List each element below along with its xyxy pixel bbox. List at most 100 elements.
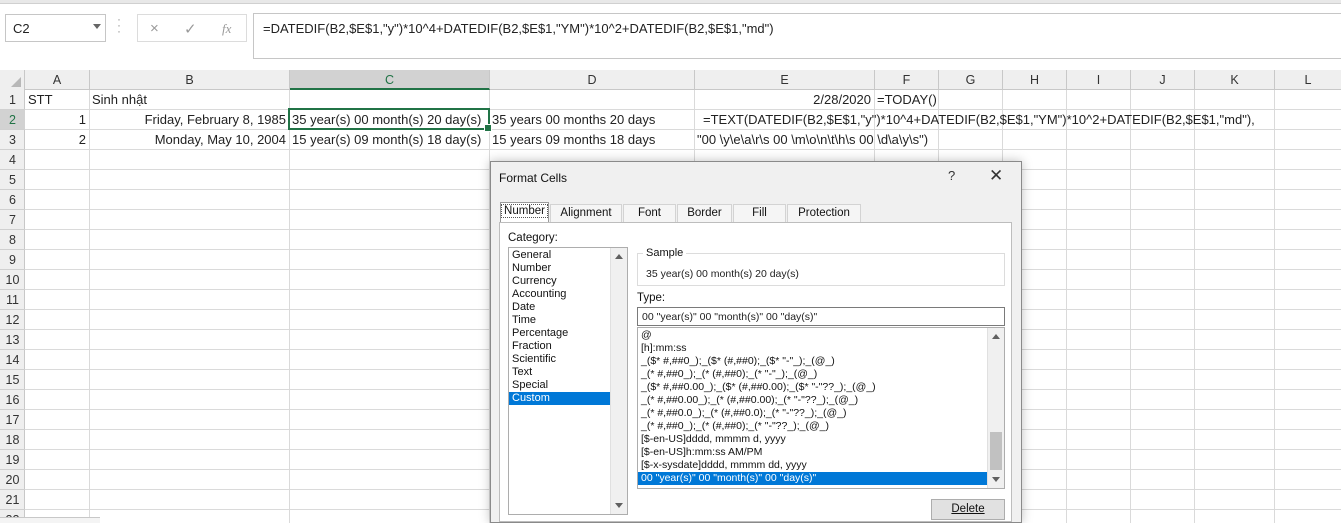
row-header-10[interactable]: 10 [0, 270, 25, 290]
format-item[interactable]: _(* #,##0_);_(* (#,##0);_(* "-"_);_(@_) [638, 368, 987, 381]
format-item-selected[interactable]: 00 "year(s)" 00 "month(s)" 00 "day(s)" [638, 472, 987, 485]
delete-button[interactable]: Delete [931, 499, 1005, 520]
category-text[interactable]: Text [509, 366, 611, 379]
row-header-3[interactable]: 3 [0, 130, 25, 150]
cell-c3[interactable]: 15 year(s) 09 month(s) 18 day(s) [289, 130, 489, 150]
format-item[interactable]: _(* #,##0.00_);_(* (#,##0.00);_(* "-"??_… [638, 394, 987, 407]
format-code-list[interactable]: @ [h]:mm:ss _($* #,##0_);_($* (#,##0);_(… [637, 327, 1005, 489]
name-box[interactable]: C2 [5, 14, 106, 42]
cell-b1[interactable]: Sinh nhật [89, 90, 289, 110]
cell-a3[interactable]: 2 [25, 130, 89, 150]
formula-input[interactable]: =DATEDIF(B2,$E$1,"y")*10^4+DATEDIF(B2,$E… [253, 13, 1341, 59]
row-header-15[interactable]: 15 [0, 370, 25, 390]
close-icon[interactable]: ✕ [989, 166, 1003, 186]
row-header-1[interactable]: 1 [0, 90, 25, 110]
column-header-d[interactable]: D [490, 70, 695, 90]
cancel-icon[interactable]: × [150, 20, 159, 37]
tab-number[interactable]: Number [500, 202, 549, 223]
cell-a2[interactable]: 1 [25, 110, 89, 130]
format-item[interactable]: [$-en-US]dddd, mmmm d, yyyy [638, 433, 987, 446]
column-header-h[interactable]: H [1003, 70, 1067, 90]
category-accounting[interactable]: Accounting [509, 288, 611, 301]
tab-alignment[interactable]: Alignment [550, 204, 622, 222]
row-header-20[interactable]: 20 [0, 470, 25, 490]
cell-e2[interactable]: =TEXT(DATEDIF(B2,$E$1,"y")*10^4+DATEDIF(… [700, 110, 1260, 130]
format-item[interactable]: _(* #,##0_);_(* (#,##0);_(* "-"??_);_(@_… [638, 420, 987, 433]
dialog-title: Format Cells [499, 171, 568, 185]
row-header-11[interactable]: 11 [0, 290, 25, 310]
insert-function-icon[interactable]: fx [222, 21, 231, 37]
format-item[interactable]: _($* #,##0.00_);_($* (#,##0.00);_($* "-"… [638, 381, 987, 394]
category-list[interactable]: General Number Currency Accounting Date … [508, 247, 628, 515]
formula-bar-splitter[interactable]: · · · [117, 13, 121, 37]
category-general[interactable]: General [509, 249, 611, 262]
row-header-21[interactable]: 21 [0, 490, 25, 510]
category-number[interactable]: Number [509, 262, 611, 275]
row-header-8[interactable]: 8 [0, 230, 25, 250]
column-header-l[interactable]: L [1275, 70, 1341, 90]
tab-font[interactable]: Font [623, 204, 676, 222]
cell-a1[interactable]: STT [25, 90, 89, 110]
row-header-14[interactable]: 14 [0, 350, 25, 370]
category-fraction[interactable]: Fraction [509, 340, 611, 353]
row-header-19[interactable]: 19 [0, 450, 25, 470]
format-item[interactable]: _(* #,##0.0_);_(* (#,##0.0);_(* "-"??_);… [638, 407, 987, 420]
category-time[interactable]: Time [509, 314, 611, 327]
scroll-thumb[interactable] [990, 432, 1002, 470]
row-header-17[interactable]: 17 [0, 410, 25, 430]
column-header-b[interactable]: B [90, 70, 290, 90]
scroll-down-icon[interactable] [615, 503, 623, 508]
column-header-j[interactable]: J [1131, 70, 1195, 90]
sheet-tab-strip[interactable] [0, 517, 100, 523]
row-header-5[interactable]: 5 [0, 170, 25, 190]
category-scientific[interactable]: Scientific [509, 353, 611, 366]
tab-border[interactable]: Border [677, 204, 732, 222]
row-header-18[interactable]: 18 [0, 430, 25, 450]
cell-f1[interactable]: =TODAY() [874, 90, 938, 110]
scroll-up-icon[interactable] [992, 334, 1000, 339]
column-header-g[interactable]: G [939, 70, 1003, 90]
format-list-scrollbar[interactable] [987, 328, 1004, 488]
cell-e1[interactable]: 2/28/2020 [694, 90, 874, 110]
row-header-12[interactable]: 12 [0, 310, 25, 330]
row-header-4[interactable]: 4 [0, 150, 25, 170]
column-header-e[interactable]: E [695, 70, 875, 90]
cell-b2[interactable]: Friday, February 8, 1985 [89, 110, 289, 130]
row-header-9[interactable]: 9 [0, 250, 25, 270]
gridline [89, 90, 90, 523]
scroll-down-icon[interactable] [992, 477, 1000, 482]
tab-fill[interactable]: Fill [733, 204, 786, 222]
column-header-k[interactable]: K [1195, 70, 1275, 90]
format-item[interactable]: [h]:mm:ss [638, 342, 987, 355]
cell-d2[interactable]: 35 years 00 months 20 days [489, 110, 694, 130]
format-item[interactable]: [$-x-sysdate]dddd, mmmm dd, yyyy [638, 459, 987, 472]
help-icon[interactable]: ? [948, 168, 955, 183]
category-special[interactable]: Special [509, 379, 611, 392]
enter-icon[interactable]: ✓ [184, 20, 197, 38]
row-header-13[interactable]: 13 [0, 330, 25, 350]
row-header-16[interactable]: 16 [0, 390, 25, 410]
column-header-i[interactable]: I [1067, 70, 1131, 90]
category-percentage[interactable]: Percentage [509, 327, 611, 340]
category-custom[interactable]: Custom [509, 392, 611, 405]
row-header-7[interactable]: 7 [0, 210, 25, 230]
scroll-up-icon[interactable] [615, 254, 623, 259]
column-header-f[interactable]: F [875, 70, 939, 90]
row-header-2[interactable]: 2 [0, 110, 25, 130]
tab-protection[interactable]: Protection [787, 204, 861, 222]
chevron-down-icon[interactable] [93, 24, 101, 29]
category-currency[interactable]: Currency [509, 275, 611, 288]
cell-e3[interactable]: "00 \y\e\a\r\s 00 \m\o\n\t\h\s 00 \d\a\y… [694, 130, 1274, 150]
row-header-6[interactable]: 6 [0, 190, 25, 210]
category-date[interactable]: Date [509, 301, 611, 314]
cell-b3[interactable]: Monday, May 10, 2004 [89, 130, 289, 150]
format-item[interactable]: [$-en-US]h:mm:ss AM/PM [638, 446, 987, 459]
cell-d3[interactable]: 15 years 09 months 18 days [489, 130, 694, 150]
type-input[interactable]: 00 "year(s)" 00 "month(s)" 00 "day(s)" [637, 307, 1005, 326]
category-scrollbar[interactable] [610, 248, 627, 514]
format-item[interactable]: _($* #,##0_);_($* (#,##0);_($* "-"_);_(@… [638, 355, 987, 368]
format-item[interactable]: @ [638, 329, 987, 342]
column-header-a[interactable]: A [25, 70, 90, 90]
select-all-button[interactable] [0, 70, 25, 90]
column-header-c[interactable]: C [290, 70, 490, 90]
